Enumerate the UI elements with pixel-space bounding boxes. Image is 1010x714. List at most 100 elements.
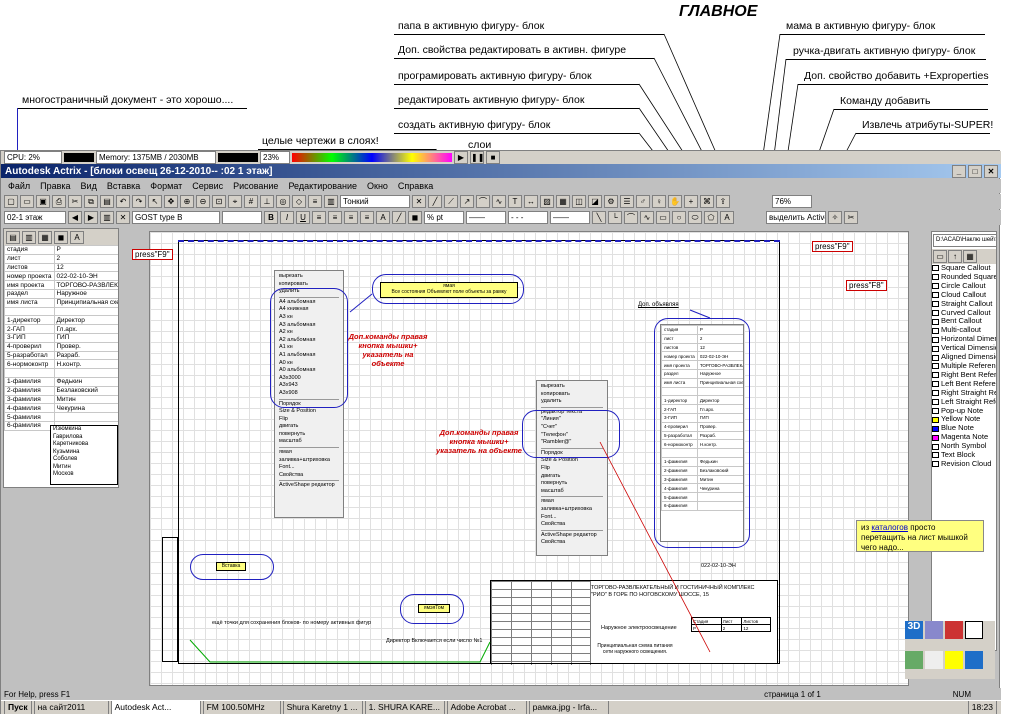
start-button[interactable]: Пуск bbox=[4, 701, 32, 714]
property-row[interactable]: 5-фамилия bbox=[4, 412, 118, 422]
text-color-icon[interactable]: A bbox=[376, 211, 390, 224]
osnap-icon[interactable]: ◇ bbox=[292, 195, 306, 208]
layer-props-icon[interactable]: ▥ bbox=[100, 211, 114, 224]
program-active-shape-icon[interactable]: ⚙ bbox=[604, 195, 618, 208]
dim-icon[interactable]: ↔ bbox=[524, 195, 538, 208]
layer-state-icon[interactable]: ▥ bbox=[324, 195, 338, 208]
property-value[interactable]: 2 bbox=[53, 253, 118, 264]
property-value[interactable]: ТОРГОВО-РАЗВЛЕКАТЕЛ bbox=[53, 280, 118, 290]
copy-icon[interactable]: ⧉ bbox=[84, 195, 98, 208]
menu-insert[interactable]: Вставка bbox=[107, 181, 140, 191]
line-pattern-combo[interactable]: - - - bbox=[508, 211, 548, 224]
redo-icon[interactable]: ↷ bbox=[132, 195, 146, 208]
wand-icon[interactable]: ✧ bbox=[828, 211, 842, 224]
property-value[interactable]: 022-02-10-ЭН bbox=[53, 271, 118, 282]
task-2[interactable]: Autodesk Act... bbox=[110, 701, 201, 714]
close-button[interactable]: ✕ bbox=[984, 164, 998, 178]
sphere-icon[interactable] bbox=[925, 621, 943, 639]
property-row[interactable]: лист 2 bbox=[4, 253, 118, 264]
globe-icon[interactable] bbox=[905, 651, 923, 669]
task-3[interactable]: FM 100.50MHz bbox=[202, 701, 281, 714]
zoom-window-icon[interactable]: ⊡ bbox=[212, 195, 226, 208]
polyline-icon[interactable]: ⟋ bbox=[444, 195, 458, 208]
quicklaunch-icons[interactable] bbox=[292, 153, 452, 162]
property-row[interactable]: 6-нормоконтр Н.контр. bbox=[4, 359, 118, 370]
tab-text-icon[interactable]: A bbox=[70, 231, 84, 244]
property-row[interactable]: 1-директор Директор bbox=[4, 315, 118, 326]
save-icon[interactable]: ▣ bbox=[36, 195, 50, 208]
zoom-in-icon[interactable]: ⊕ bbox=[180, 195, 194, 208]
block-icon[interactable]: ▦ bbox=[556, 195, 570, 208]
property-row[interactable] bbox=[4, 306, 118, 317]
layer-delete-icon[interactable]: ✕ bbox=[116, 211, 130, 224]
tab-properties-icon[interactable]: ▤ bbox=[6, 231, 20, 244]
dropdown-option[interactable]: Митин bbox=[53, 464, 117, 472]
property-row[interactable]: 3-ГИП ГИП bbox=[4, 332, 118, 343]
edit-active-shape-icon[interactable]: ◪ bbox=[588, 195, 602, 208]
italic-button[interactable]: I bbox=[280, 211, 294, 224]
catalog-path[interactable]: D:\ACAD\Наклю шей\Solu bbox=[933, 234, 996, 247]
menu-file[interactable]: Файл bbox=[8, 181, 30, 191]
pan-icon[interactable]: ✥ bbox=[164, 195, 178, 208]
next-page-icon[interactable]: ▶ bbox=[84, 211, 98, 224]
property-value[interactable] bbox=[53, 306, 118, 317]
select-icon[interactable]: ↖ bbox=[148, 195, 162, 208]
draw-ortho-icon[interactable]: └ bbox=[608, 211, 622, 224]
task-5[interactable]: 1. SHURA KARE... bbox=[364, 701, 445, 714]
print-icon[interactable]: ⎙ bbox=[52, 195, 66, 208]
3d-icon-2[interactable] bbox=[965, 651, 983, 669]
snap-icon[interactable]: ⌖ bbox=[228, 195, 242, 208]
property-value[interactable]: Разраб. bbox=[53, 350, 118, 361]
property-value[interactable]: Провер. bbox=[53, 341, 118, 352]
cube-icon[interactable] bbox=[945, 651, 963, 669]
draw-circle-icon[interactable]: ○ bbox=[672, 211, 686, 224]
font-combo[interactable]: GOST type B bbox=[132, 211, 220, 224]
task-1[interactable]: на сайт2011 bbox=[33, 701, 109, 714]
grid-icon[interactable]: # bbox=[244, 195, 258, 208]
property-row[interactable]: 1-фамилия Федькин bbox=[4, 376, 118, 387]
underline-button[interactable]: U bbox=[296, 211, 310, 224]
zoom-out-icon[interactable]: ⊖ bbox=[196, 195, 210, 208]
property-value[interactable]: Безлаковский bbox=[53, 385, 118, 396]
property-value[interactable]: Н.контр. bbox=[53, 359, 118, 370]
prev-page-icon[interactable]: ◀ bbox=[68, 211, 82, 224]
layer-combo[interactable]: 02-1 этаж bbox=[4, 211, 66, 224]
menu-help[interactable]: Справка bbox=[398, 181, 433, 191]
line-ends-combo[interactable]: —— bbox=[550, 211, 590, 224]
cut-icon[interactable]: ✂ bbox=[68, 195, 82, 208]
ortho-icon[interactable]: ⊥ bbox=[260, 195, 274, 208]
dropdown-option[interactable]: Изюмкина bbox=[53, 426, 117, 434]
property-value[interactable]: Митин bbox=[53, 394, 118, 405]
menu-modify[interactable]: Редактирование bbox=[288, 181, 357, 191]
layers-icon[interactable]: ≡ bbox=[308, 195, 322, 208]
font-size-combo[interactable] bbox=[222, 211, 262, 224]
media-play-icon[interactable]: ▶ bbox=[454, 151, 468, 164]
polar-icon[interactable]: ◎ bbox=[276, 195, 290, 208]
line-icon[interactable]: ╱ bbox=[428, 195, 442, 208]
minimize-button[interactable]: _ bbox=[952, 164, 966, 178]
props-edit-icon[interactable]: ☰ bbox=[620, 195, 634, 208]
draw-rect-icon[interactable]: ▭ bbox=[656, 211, 670, 224]
property-value[interactable]: Принципиальная схема bbox=[53, 297, 118, 308]
handle-icon[interactable]: ✋ bbox=[668, 195, 682, 208]
property-row[interactable]: 4-проверил Провер. bbox=[4, 341, 118, 352]
property-row[interactable]: 4-фамилия Чекурина bbox=[4, 403, 118, 414]
property-row[interactable]: 2-фамилия Безлаковский bbox=[4, 385, 118, 396]
menu-tools[interactable]: Сервис bbox=[192, 181, 223, 191]
spline-icon[interactable]: ∿ bbox=[492, 195, 506, 208]
property-value[interactable]: Р bbox=[53, 245, 118, 255]
media-pause-icon[interactable]: ❚❚ bbox=[470, 151, 484, 164]
extract-attrs-icon[interactable]: ⇪ bbox=[716, 195, 730, 208]
drawing-canvas[interactable]: вырезать копировать удалить А4 альбомная А4 … bbox=[149, 231, 909, 686]
mama-icon[interactable]: ♀ bbox=[652, 195, 666, 208]
align-right-icon[interactable]: ≡ bbox=[344, 211, 358, 224]
line-weight-combo[interactable]: —— bbox=[466, 211, 506, 224]
create-active-shape-icon[interactable]: ◫ bbox=[572, 195, 586, 208]
menu-view[interactable]: Вид bbox=[81, 181, 97, 191]
undo-icon[interactable]: ↶ bbox=[116, 195, 130, 208]
line-color-icon[interactable]: ╱ bbox=[392, 211, 406, 224]
property-value[interactable] bbox=[53, 412, 118, 422]
tab-pages-icon[interactable]: ▥ bbox=[22, 231, 36, 244]
dropdown-option[interactable]: Каретникова bbox=[53, 441, 117, 449]
property-value[interactable]: Директор bbox=[53, 315, 118, 326]
